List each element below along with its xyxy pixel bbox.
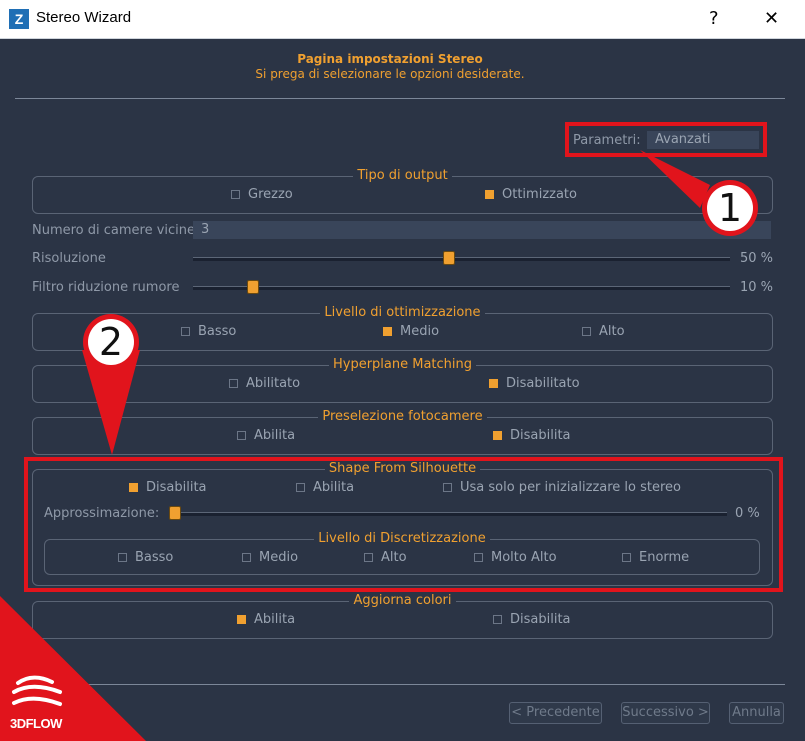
callout-2: 2 [83,314,139,370]
option-colors-abilita[interactable]: Abilita [237,612,295,627]
option-label: Disabilita [510,612,571,627]
output-type-title: Tipo di output [353,168,452,183]
back-button[interactable]: < Precedente [509,702,602,724]
optimization-group: Livello di ottimizzazione Basso Medio Al… [32,305,773,351]
callout-1: 1 [702,180,758,236]
update-colors-title: Aggiorna colori [349,593,456,608]
nearby-cameras-input[interactable]: 3 [193,221,771,239]
resolution-value: 50 % [740,251,774,266]
option-abilita[interactable]: Abilita [237,428,295,443]
noise-filter-value: 10 % [740,280,774,295]
page-subtitle: Si prega di selezionare le opzioni desid… [255,67,525,81]
update-colors-group: Aggiorna colori Abilita Disabilita [32,593,773,639]
option-label: Abilita [254,612,296,627]
option-ottimizzato[interactable]: Ottimizzato [485,187,577,202]
preselection-group: Preselezione fotocamere Abilita Disabili… [32,409,773,455]
resolution-slider-handle[interactable] [443,251,455,265]
option-label: Disabilita [510,428,571,443]
title-bar: Z Stereo Wizard ? ✕ [0,0,805,39]
preselection-title: Preselezione fotocamere [318,409,487,424]
noise-filter-label: Filtro riduzione rumore [32,280,180,295]
nearby-cameras-label: Numero di camere vicine [32,223,196,238]
output-type-group: Tipo di output Grezzo Ottimizzato [32,168,773,214]
option-grezzo[interactable]: Grezzo [231,187,293,202]
option-label: Medio [400,324,440,339]
checkbox-abilita[interactable] [237,431,246,440]
checkbox-ottimizzato[interactable] [485,190,494,199]
checkbox-disabilita[interactable] [493,431,502,440]
checkbox-basso[interactable] [181,327,190,336]
hyperplane-title: Hyperplane Matching [328,357,477,372]
option-medio[interactable]: Medio [383,324,439,339]
window-title: Stereo Wizard [36,9,132,26]
help-button[interactable]: ? [709,8,719,29]
header-divider [15,98,785,99]
callout-1-number: 1 [707,185,753,231]
footer-divider [15,684,785,685]
checkbox-abilitato[interactable] [229,379,238,388]
checkbox-medio[interactable] [383,327,392,336]
next-button[interactable]: Successivo > [621,702,710,724]
page-title: Pagina impostazioni Stereo [297,52,483,66]
option-label: Abilitato [246,376,301,391]
noise-filter-slider-track[interactable] [193,286,730,290]
noise-filter-slider-handle[interactable] [247,280,259,294]
option-label: Alto [599,324,625,339]
option-label: Basso [198,324,237,339]
option-basso[interactable]: Basso [181,324,236,339]
checkbox-alto[interactable] [582,327,591,336]
cancel-button[interactable]: Annulla [729,702,784,724]
highlight-box-parameters [565,122,767,157]
highlight-box-silhouette [24,457,783,592]
option-alto[interactable]: Alto [582,324,625,339]
callout-2-number: 2 [88,319,134,365]
option-disabilitato[interactable]: Disabilitato [489,376,580,391]
resolution-slider-track[interactable] [193,257,730,261]
brand-name: 3DFLOW [10,716,62,731]
option-disabilita[interactable]: Disabilita [493,428,571,443]
option-label: Ottimizzato [502,187,577,202]
optimization-title: Livello di ottimizzazione [320,305,485,320]
option-colors-disabilita[interactable]: Disabilita [493,612,571,627]
option-label: Disabilitato [506,376,580,391]
close-button[interactable]: ✕ [764,8,779,29]
checkbox-disabilitato[interactable] [489,379,498,388]
checkbox-colors-abilita[interactable] [237,615,246,624]
resolution-label: Risoluzione [32,251,106,266]
option-abilitato[interactable]: Abilitato [229,376,300,391]
hyperplane-group: Hyperplane Matching Abilitato Disabilita… [32,357,773,403]
checkbox-colors-disabilita[interactable] [493,615,502,624]
app-logo-icon: Z [9,9,29,29]
option-label: Abilita [254,428,296,443]
option-label: Grezzo [248,187,293,202]
checkbox-grezzo[interactable] [231,190,240,199]
